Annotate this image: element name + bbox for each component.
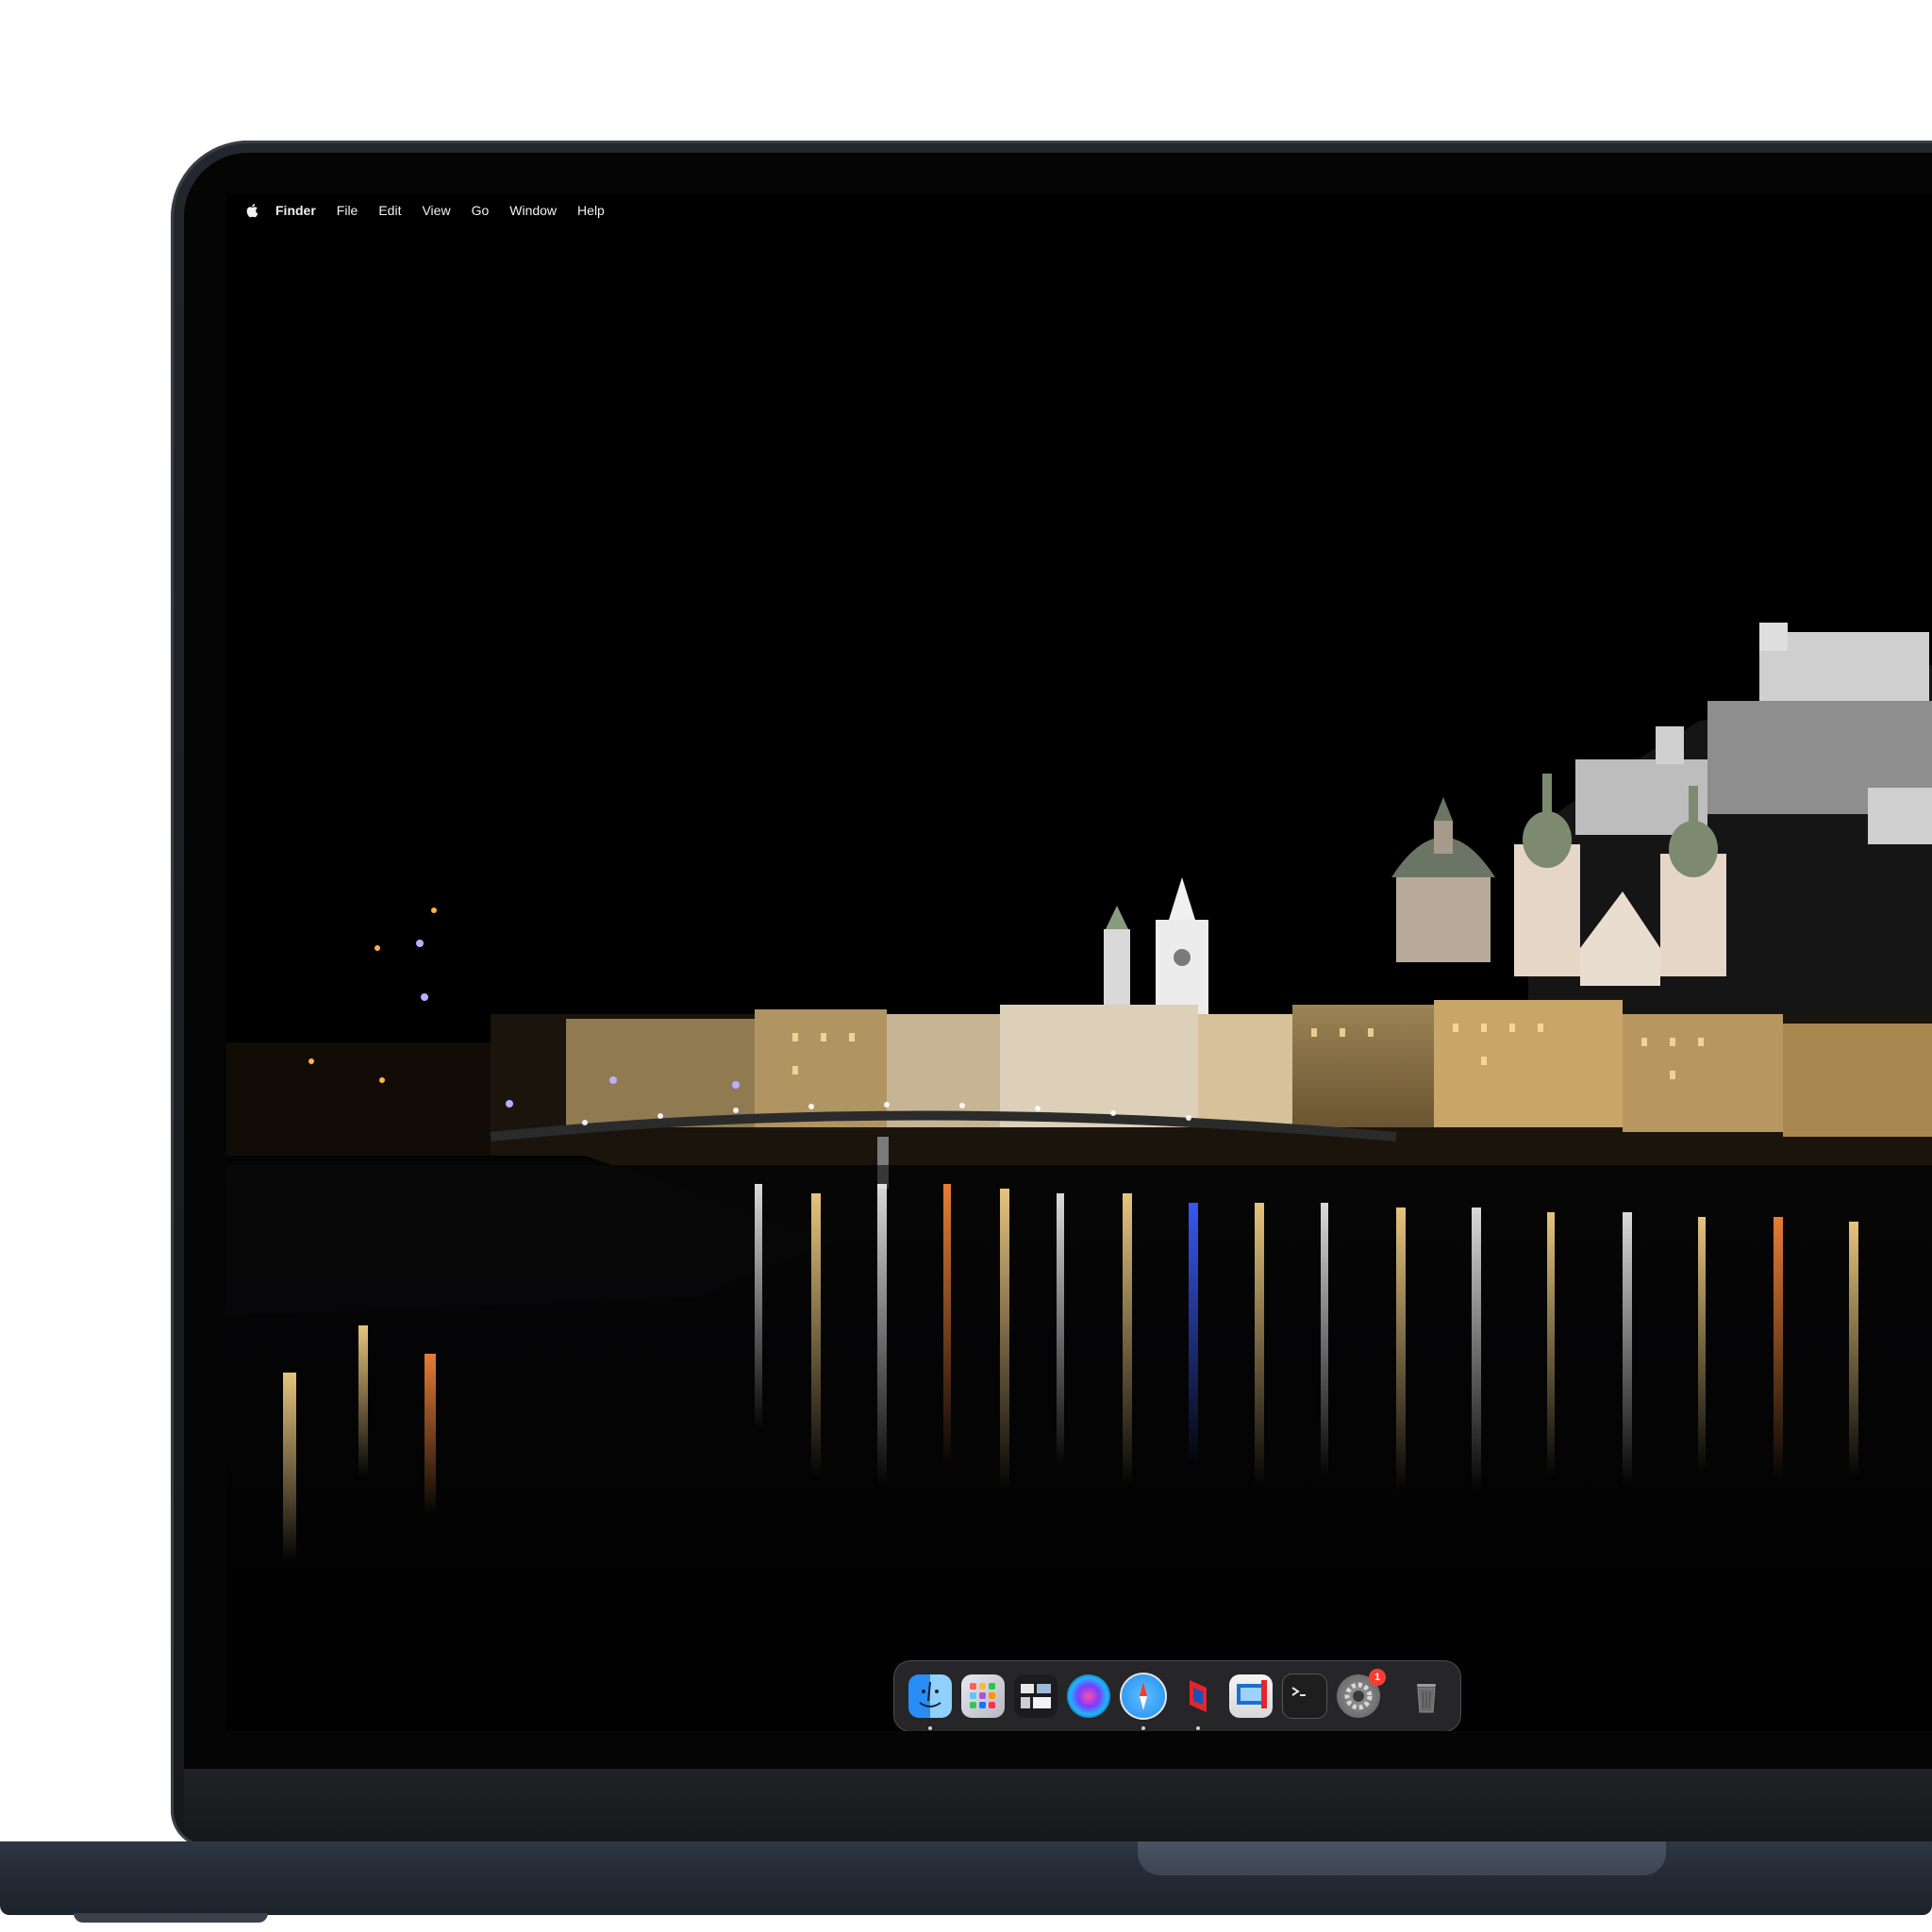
running-indicator — [928, 1726, 932, 1730]
remote-desktop-icon[interactable] — [1229, 1674, 1273, 1718]
safari-icon[interactable] — [1120, 1673, 1167, 1730]
dock: 1 — [893, 1660, 1461, 1731]
terminal-icon[interactable] — [1282, 1674, 1327, 1719]
menu-go[interactable]: Go — [472, 203, 490, 218]
laptop-foot — [74, 1913, 268, 1923]
running-indicator — [1196, 1726, 1200, 1730]
launchpad-icon[interactable] — [961, 1674, 1005, 1718]
menu-bar: Finder File Edit View Go Window Help — [226, 193, 1932, 227]
trash-icon[interactable] — [1405, 1674, 1448, 1718]
menu-edit[interactable]: Edit — [378, 203, 401, 218]
running-indicator — [1141, 1726, 1145, 1730]
menu-help[interactable]: Help — [577, 203, 605, 218]
menu-file[interactable]: File — [337, 203, 358, 218]
apple-logo-icon[interactable] — [245, 203, 258, 218]
red-app-icon[interactable] — [1176, 1674, 1220, 1730]
finder-icon[interactable] — [908, 1674, 952, 1730]
wallpaper — [226, 193, 1932, 1731]
menu-view[interactable]: View — [422, 203, 450, 218]
menu-finder[interactable]: Finder — [275, 203, 316, 218]
mission-control-icon[interactable] — [1014, 1674, 1058, 1718]
screen-chin — [184, 1769, 1932, 1833]
desktop: Finder File Edit View Go Window Help 1 — [226, 193, 1932, 1731]
lid-opening-notch — [1138, 1841, 1666, 1875]
system-settings-icon[interactable]: 1 — [1337, 1669, 1386, 1718]
siri-icon[interactable] — [1067, 1674, 1110, 1718]
menu-window[interactable]: Window — [509, 203, 557, 218]
notification-badge: 1 — [1369, 1669, 1386, 1686]
